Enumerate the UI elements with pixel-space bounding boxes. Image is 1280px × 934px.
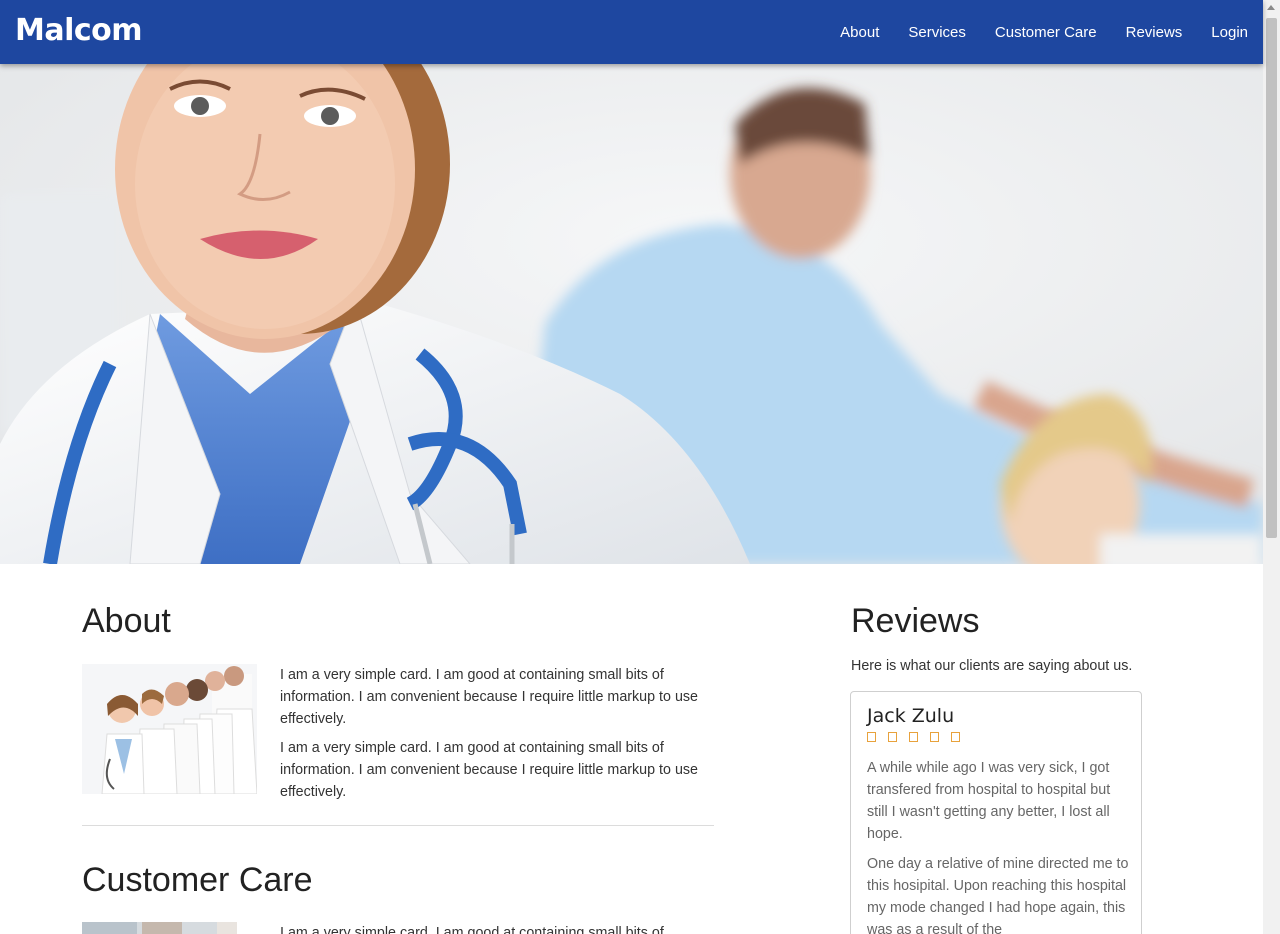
reviewer-name: Jack Zulu <box>867 705 955 727</box>
review-paragraph-1: A while while ago I was very sick, I got… <box>867 760 1111 842</box>
about-text: I am a very simple card. I am good at co… <box>280 664 700 810</box>
star-icon <box>951 732 960 742</box>
reviews-heading: Reviews <box>851 602 980 640</box>
brand-logo[interactable]: Malcom <box>15 13 143 48</box>
scrollbar-thumb[interactable] <box>1266 18 1277 538</box>
team-illustration <box>82 664 257 794</box>
customer-care-heading: Customer Care <box>82 861 313 899</box>
section-divider <box>82 825 714 826</box>
reviews-subtitle: Here is what our clients are saying abou… <box>851 658 1133 674</box>
about-team-image <box>82 664 257 794</box>
page-scrollbar[interactable] <box>1263 0 1280 934</box>
star-icon <box>888 732 897 742</box>
star-icon <box>909 732 918 742</box>
about-heading: About <box>82 602 171 640</box>
customer-care-image <box>82 922 237 934</box>
nav-links: About Services Customer Care Reviews Log… <box>811 0 1248 64</box>
hero-illustration <box>0 64 1263 564</box>
review-paragraph-2: One day a relative of mine directed me t… <box>867 856 1129 934</box>
navbar: Malcom About Services Customer Care Revi… <box>0 0 1263 64</box>
customer-care-text: I am a very simple card. I am good at co… <box>280 925 664 934</box>
main-content: About I am a very simple card. I am good… <box>0 564 1263 934</box>
about-paragraph-1: I am a very simple card. I am good at co… <box>280 667 699 727</box>
nav-link-services[interactable]: Services <box>908 24 966 41</box>
care-illustration <box>82 922 237 934</box>
star-icon <box>930 732 939 742</box>
review-card: Jack Zulu A while while ago I was very s… <box>850 691 1142 934</box>
scroll-up-arrow-icon[interactable] <box>1267 5 1275 10</box>
review-body: A while while ago I was very sick, I got… <box>867 757 1129 934</box>
star-icon <box>867 732 876 742</box>
hero-image <box>0 64 1263 564</box>
nav-link-reviews[interactable]: Reviews <box>1126 24 1183 41</box>
nav-link-login[interactable]: Login <box>1211 24 1248 41</box>
nav-link-customer-care[interactable]: Customer Care <box>995 24 1097 41</box>
nav-link-about[interactable]: About <box>840 24 879 41</box>
about-paragraph-2: I am a very simple card. I am good at co… <box>280 740 699 800</box>
rating-stars <box>867 732 972 742</box>
